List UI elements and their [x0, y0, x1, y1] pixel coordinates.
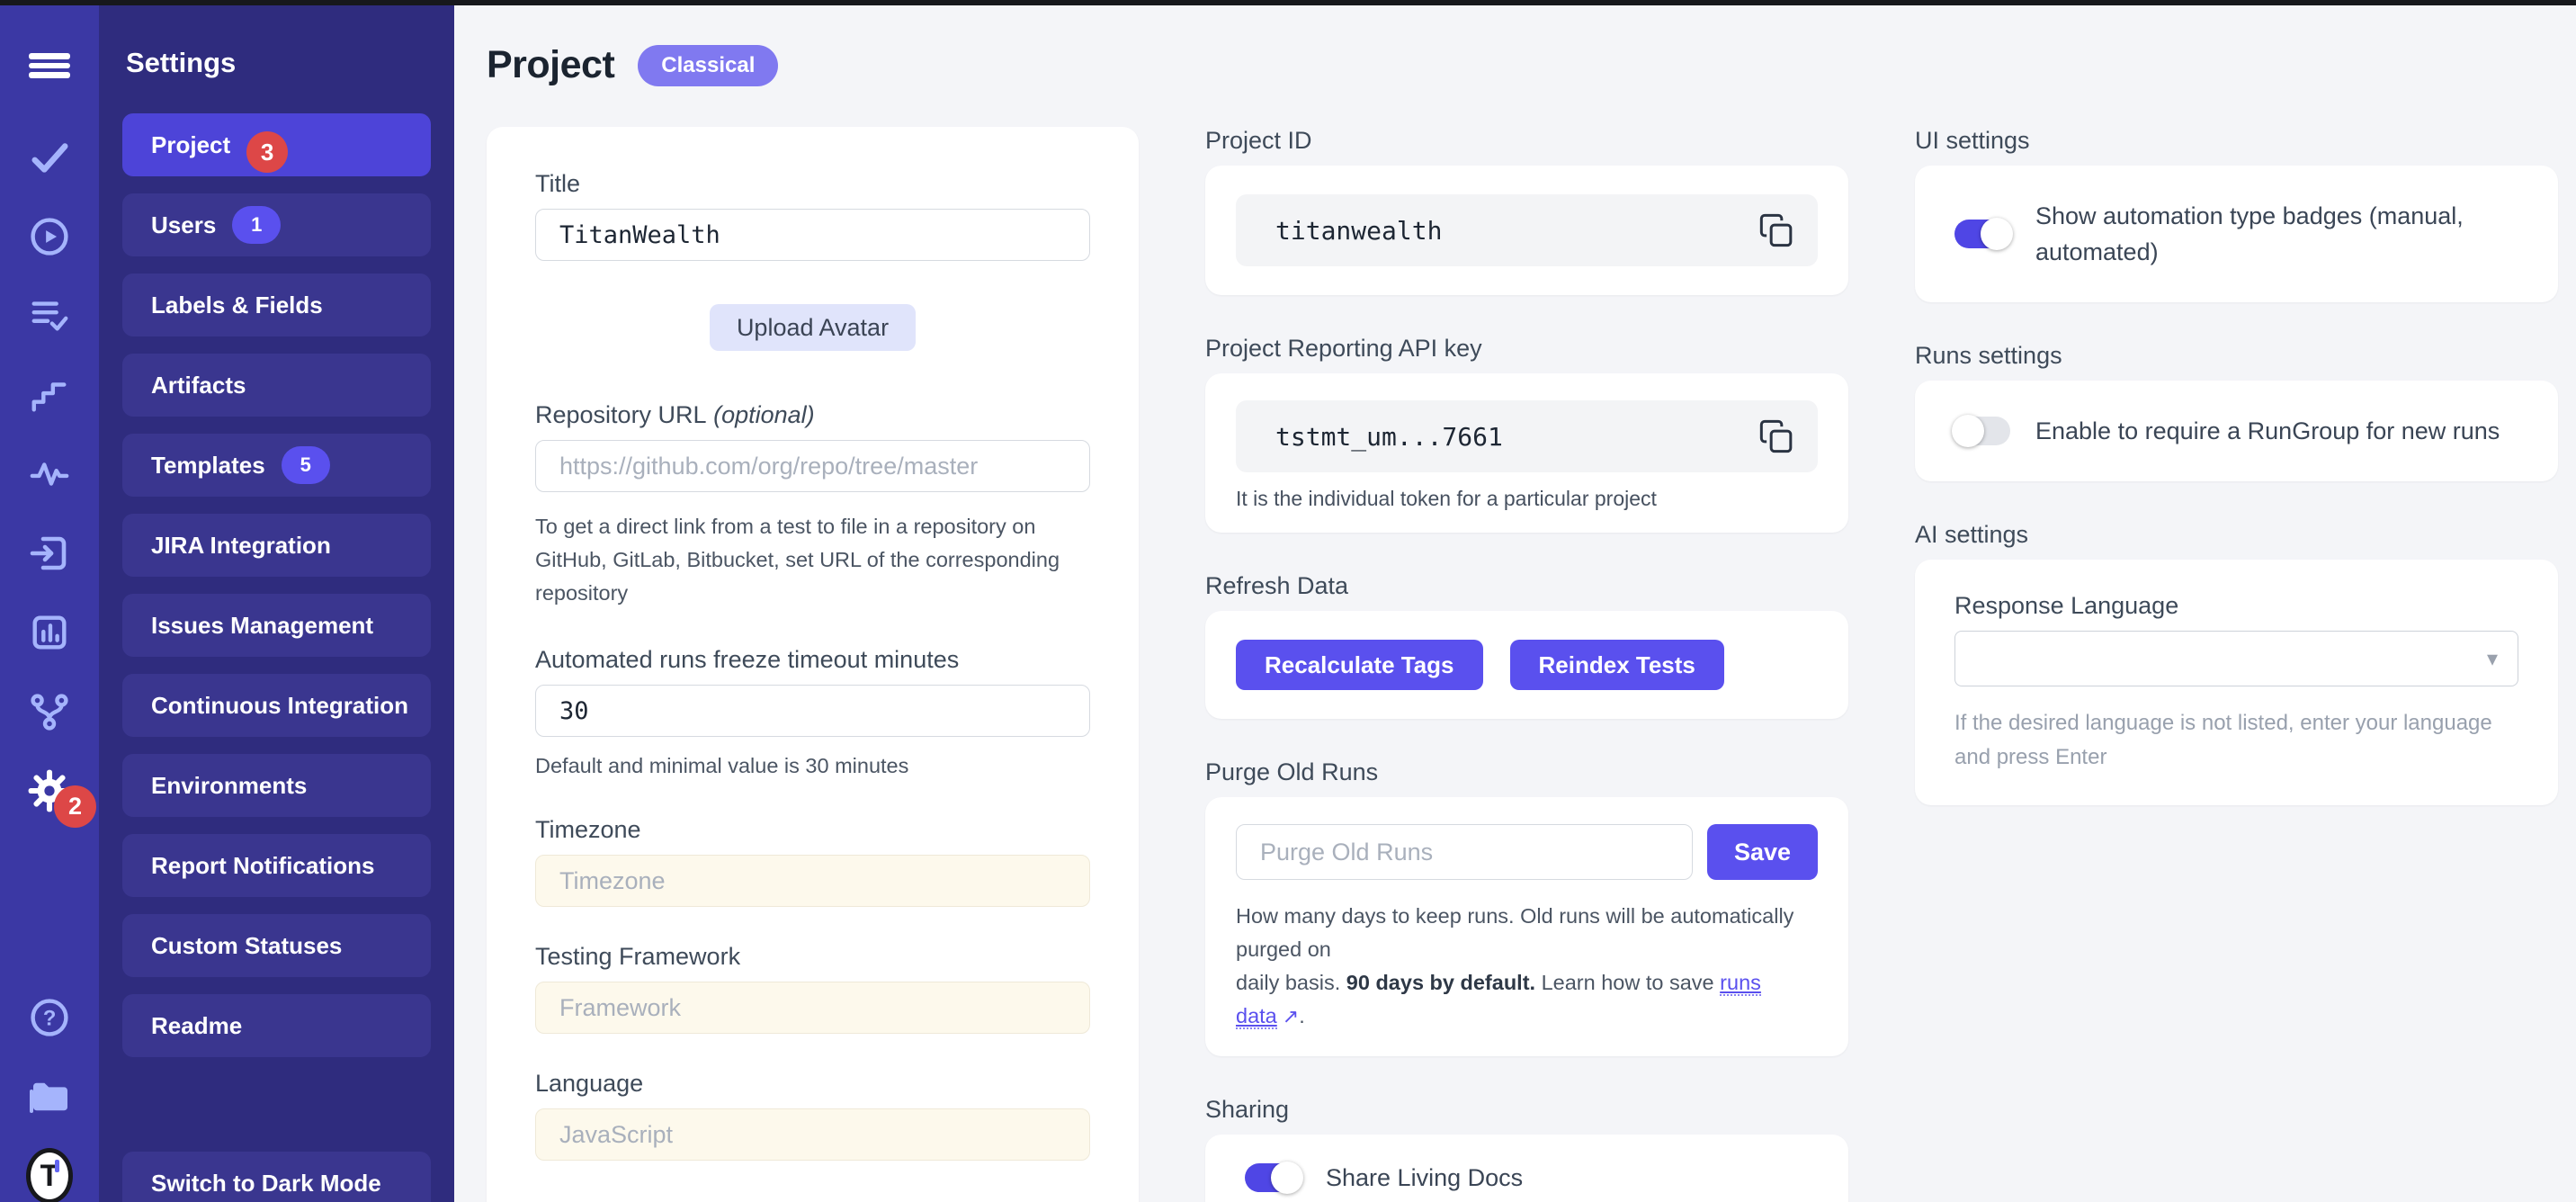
main-content: Project Classical Title Upload Avatar Re…	[454, 0, 2576, 1202]
project-form-card: Title Upload Avatar Repository URL (opti…	[487, 127, 1139, 1202]
hamburger-menu-icon[interactable]	[26, 45, 73, 86]
sidebar-item-jira-integration[interactable]: JIRA Integration	[122, 514, 431, 577]
help-circle-icon[interactable]: ?	[26, 997, 73, 1038]
check-icon[interactable]	[26, 137, 73, 178]
title-input[interactable]	[535, 209, 1090, 261]
api-key-field: tstmt_um...7661	[1236, 400, 1818, 472]
activity-pulse-icon[interactable]	[26, 453, 73, 495]
sidebar-item-report-notifications[interactable]: Report Notifications	[122, 834, 431, 897]
bar-chart-icon[interactable]	[26, 612, 73, 653]
share-living-docs-label: Share Living Docs	[1326, 1164, 1523, 1192]
settings-sidebar: Settings Project 3 Users 1 Labels & Fiel…	[99, 0, 454, 1202]
ui-settings-label: UI settings	[1915, 127, 2558, 155]
sharing-label: Sharing	[1205, 1096, 1848, 1124]
git-branch-icon[interactable]	[26, 691, 73, 732]
copy-icon[interactable]	[1757, 415, 1796, 458]
timezone-input[interactable]	[535, 855, 1090, 907]
response-language-select[interactable]: ▾	[1954, 631, 2518, 686]
sidebar-item-artifacts[interactable]: Artifacts	[122, 354, 431, 417]
repository-url-help: To get a direct link from a test to file…	[535, 510, 1090, 610]
recalculate-tags-button[interactable]: Recalculate Tags	[1236, 640, 1483, 690]
api-key-value: tstmt_um...7661	[1275, 422, 1757, 452]
page-title: Project	[487, 43, 614, 87]
gear-notification-badge: 2	[54, 785, 96, 828]
steps-icon[interactable]	[26, 374, 73, 416]
api-key-card: tstmt_um...7661 It is the individual tok…	[1205, 373, 1848, 533]
svg-text:?: ?	[43, 1006, 57, 1030]
repository-url-input[interactable]	[535, 440, 1090, 492]
external-link-icon: ↗	[1283, 1005, 1299, 1027]
app-root: 2 ? T Settings Project 3	[0, 0, 2576, 1202]
sidebar-item-labels-fields[interactable]: Labels & Fields	[122, 274, 431, 336]
rungroup-required-toggle[interactable]	[1954, 417, 2010, 445]
sidebar-item-users[interactable]: Users 1	[122, 193, 431, 256]
templates-count-badge: 5	[282, 446, 330, 484]
purge-save-button[interactable]: Save	[1707, 824, 1818, 880]
purge-help: How many days to keep runs. Old runs wil…	[1236, 900, 1818, 1033]
timezone-label: Timezone	[535, 816, 1090, 844]
sidebar-item-issues-management[interactable]: Issues Management	[122, 594, 431, 657]
icon-rail: 2 ? T	[0, 0, 99, 1202]
share-living-docs-toggle[interactable]	[1245, 1163, 1301, 1192]
play-circle-icon[interactable]	[26, 216, 73, 257]
automation-badges-label: Show automation type badges (manual, aut…	[2035, 198, 2518, 270]
sidebar-item-custom-statuses[interactable]: Custom Statuses	[122, 914, 431, 977]
reindex-tests-button[interactable]: Reindex Tests	[1510, 640, 1724, 690]
refresh-data-card: Recalculate Tags Reindex Tests	[1205, 611, 1848, 719]
sidebar-title: Settings	[122, 47, 431, 79]
response-language-label: Response Language	[1954, 592, 2518, 620]
ai-settings-card: Response Language ▾ If the desired langu…	[1915, 560, 2558, 805]
project-id-card: titanwealth	[1205, 166, 1848, 295]
freeze-timeout-input[interactable]	[535, 685, 1090, 737]
list-check-icon[interactable]	[26, 295, 73, 336]
avatar[interactable]: T	[26, 1155, 73, 1197]
sidebar-item-dark-mode[interactable]: Switch to Dark Mode	[122, 1152, 431, 1202]
runs-settings-label: Runs settings	[1915, 342, 2558, 370]
folder-icon[interactable]	[26, 1076, 73, 1117]
gear-icon[interactable]: 2	[26, 770, 73, 812]
sidebar-item-readme[interactable]: Readme	[122, 994, 431, 1057]
project-type-badge: Classical	[638, 45, 778, 86]
freeze-timeout-label: Automated runs freeze timeout minutes	[535, 646, 1090, 674]
sidebar-item-templates[interactable]: Templates 5	[122, 434, 431, 497]
sidebar-item-project[interactable]: Project 3	[122, 113, 431, 176]
sign-in-icon[interactable]	[26, 533, 73, 574]
project-id-field: titanwealth	[1236, 194, 1818, 266]
sidebar-item-continuous-integration[interactable]: Continuous Integration	[122, 674, 431, 737]
freeze-timeout-help: Default and minimal value is 30 minutes	[535, 751, 1090, 780]
window-top-edge	[0, 0, 2576, 5]
purge-old-runs-input[interactable]	[1236, 824, 1693, 880]
repository-url-label: Repository URL (optional)	[535, 401, 1090, 429]
upload-avatar-button[interactable]: Upload Avatar	[710, 304, 916, 351]
runs-settings-card: Enable to require a RunGroup for new run…	[1915, 381, 2558, 481]
ui-settings-card: Show automation type badges (manual, aut…	[1915, 166, 2558, 302]
project-id-label: Project ID	[1205, 127, 1848, 155]
annotation-badge-3: 3	[246, 131, 288, 173]
testing-framework-input[interactable]	[535, 982, 1090, 1034]
purge-old-runs-card: Save How many days to keep runs. Old run…	[1205, 797, 1848, 1056]
api-key-label: Project Reporting API key	[1205, 335, 1848, 363]
language-input[interactable]	[535, 1108, 1090, 1161]
language-label: Language	[535, 1070, 1090, 1098]
ai-settings-label: AI settings	[1915, 521, 2558, 549]
copy-icon[interactable]	[1757, 209, 1796, 252]
project-id-value: titanwealth	[1275, 216, 1757, 246]
response-language-help: If the desired language is not listed, e…	[1954, 706, 2518, 775]
refresh-data-label: Refresh Data	[1205, 572, 1848, 600]
sidebar-item-environments[interactable]: Environments	[122, 754, 431, 817]
rungroup-required-label: Enable to require a RunGroup for new run…	[2035, 413, 2500, 449]
testing-framework-label: Testing Framework	[535, 943, 1090, 971]
purge-old-runs-label: Purge Old Runs	[1205, 758, 1848, 786]
chevron-down-icon: ▾	[2487, 646, 2498, 672]
users-count-badge: 1	[232, 206, 281, 244]
sharing-card: Share Living Docs https://beta.testomat.…	[1205, 1135, 1848, 1202]
title-label: Title	[535, 170, 1090, 198]
automation-badges-toggle[interactable]	[1954, 220, 2010, 248]
api-key-help: It is the individual token for a particu…	[1236, 487, 1818, 511]
